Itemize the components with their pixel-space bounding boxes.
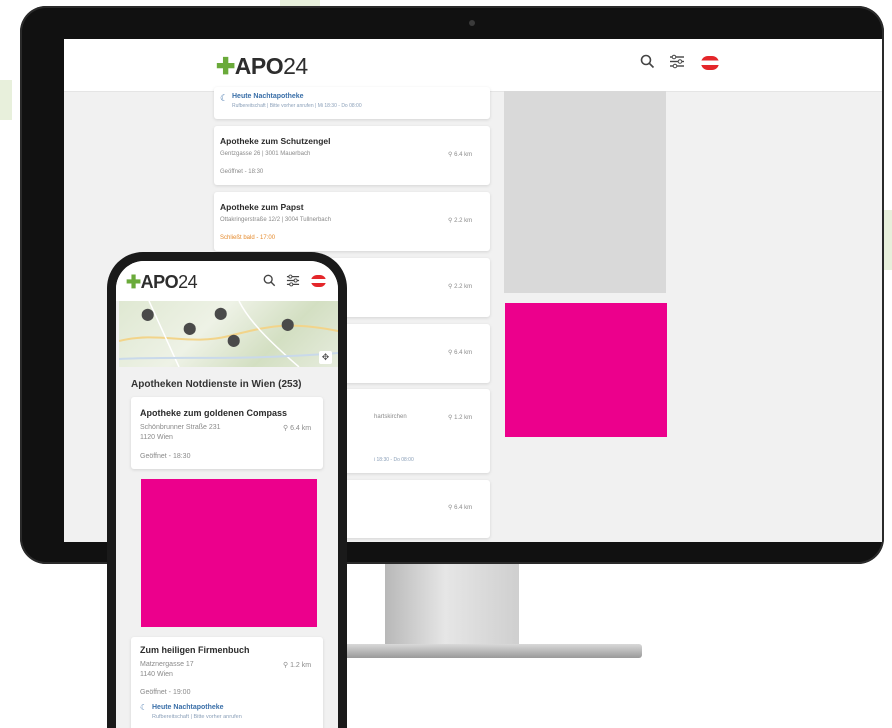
night-pharmacy-hours: i 18:30 - Do 08:00 xyxy=(374,457,414,463)
pharmacy-address: hartskirchen xyxy=(374,414,407,420)
pharmacy-city: 1140 Wien xyxy=(140,671,173,678)
night-pharmacy-label: Heute Nachtapotheke xyxy=(232,93,304,100)
logo-cross: ✚ xyxy=(126,272,141,292)
logo-text: APO xyxy=(234,53,284,79)
moon-icon: ☾ xyxy=(140,703,148,712)
pharmacy-card[interactable]: Zum heiligen Firmenbuch Matznergasse 17 … xyxy=(131,637,323,728)
night-pharmacy-label: Heute Nachtapotheke xyxy=(152,704,224,711)
opening-status: Schließt bald - 17:00 xyxy=(220,235,276,241)
pharmacy-name: Apotheke zum goldenen Compass xyxy=(140,408,288,418)
monitor-stand xyxy=(385,564,519,650)
pharmacy-card[interactable]: Apotheke zum Schutzengel Gentzgasse 26 |… xyxy=(214,126,490,185)
webcam xyxy=(469,20,475,26)
pharmacy-address: Gentzgasse 26 | 3001 Mauerbach xyxy=(220,151,311,157)
pharmacy-card[interactable]: Apotheke zum Papst Ottakringerstraße 12/… xyxy=(214,192,490,251)
night-pharmacy-hours: Rufbereitschaft | Bitte vorher anrufen xyxy=(152,714,242,720)
austria-flag-icon[interactable] xyxy=(311,275,326,287)
pharmacy-name: Apotheke zum Papst xyxy=(220,202,304,212)
pharmacy-address: Schönbrunner Straße 231 xyxy=(140,424,221,431)
map-pin-icon[interactable]: ⬤ xyxy=(141,307,154,321)
pharmacy-address: Ottakringerstraße 12/2 | 3004 Tullnerbac… xyxy=(220,217,331,223)
pharmacy-card[interactable]: Apotheke zum goldenen Compass Schönbrunn… xyxy=(131,397,323,469)
pharmacy-distance: ⚲ 6.4 km xyxy=(448,505,473,511)
expand-map-icon[interactable]: ✥ xyxy=(319,351,332,364)
search-icon[interactable] xyxy=(640,54,655,74)
apo24-logo[interactable]: ✚APO24 xyxy=(216,53,308,80)
mobile-screen: ✚APO24 ⬤ ⬤ ⬤ ⬤ ⬤ ✥ Apotheken Notdienste … xyxy=(116,261,338,728)
search-icon[interactable] xyxy=(263,274,276,292)
pharmacy-distance: ⚲ 1.2 km xyxy=(283,662,312,669)
pharmacy-name: Apotheke zum Schutzengel xyxy=(220,136,331,146)
advertisement-banner[interactable] xyxy=(505,303,667,437)
mobile-map[interactable]: ⬤ ⬤ ⬤ ⬤ ⬤ ✥ xyxy=(119,301,338,367)
site-header: ✚APO24 xyxy=(64,39,882,92)
map-pin-icon[interactable]: ⬤ xyxy=(214,306,227,320)
monitor-base xyxy=(336,644,642,658)
opening-status: Geöffnet - 18:30 xyxy=(220,169,264,175)
filter-icon[interactable] xyxy=(286,274,300,292)
pharmacy-distance: ⚲ 6.4 km xyxy=(448,350,473,356)
map-pin-icon[interactable]: ⬤ xyxy=(227,333,240,347)
moon-icon: ☾ xyxy=(220,93,229,103)
opening-status: Geöffnet - 19:00 xyxy=(140,689,191,696)
opening-status: Geöffnet - 18:30 xyxy=(140,453,191,460)
logo-number: 24 xyxy=(283,53,308,79)
apo24-logo[interactable]: ✚APO24 xyxy=(126,272,198,293)
map-pin-icon[interactable]: ⬤ xyxy=(183,321,196,335)
night-pharmacy-card[interactable]: ☾ Heute Nachtapotheke Rufbereitschaft | … xyxy=(214,87,490,119)
pharmacy-distance: ⚲ 2.2 km xyxy=(448,218,473,224)
background-line xyxy=(0,80,12,120)
pharmacy-distance: ⚲ 6.4 km xyxy=(283,425,312,432)
pharmacy-distance: ⚲ 2.2 km xyxy=(448,284,473,290)
austria-flag-icon[interactable] xyxy=(701,56,719,70)
logo-cross: ✚ xyxy=(216,53,235,79)
filter-icon[interactable] xyxy=(669,54,685,74)
pharmacy-address: Matznergasse 17 xyxy=(140,661,194,668)
pharmacy-distance: ⚲ 6.4 km xyxy=(448,152,473,158)
mobile-phone: ✚APO24 ⬤ ⬤ ⬤ ⬤ ⬤ ✥ Apotheken Notdienste … xyxy=(107,252,347,728)
mobile-header: ✚APO24 xyxy=(116,261,338,301)
logo-number: 24 xyxy=(178,272,198,292)
advertisement-banner[interactable] xyxy=(141,479,317,627)
pharmacy-city: 1120 Wien xyxy=(140,434,173,441)
pharmacy-distance: ⚲ 1.2 km xyxy=(448,415,473,421)
pharmacy-name: Zum heiligen Firmenbuch xyxy=(140,645,250,655)
map-placeholder[interactable] xyxy=(504,91,666,293)
night-pharmacy-hours: Rufbereitschaft | Bitte vorher anrufen |… xyxy=(232,103,362,109)
logo-text: APO xyxy=(140,272,179,292)
map-pin-icon[interactable]: ⬤ xyxy=(281,317,294,331)
section-title: Apotheken Notdienste in Wien (253) xyxy=(131,379,302,390)
